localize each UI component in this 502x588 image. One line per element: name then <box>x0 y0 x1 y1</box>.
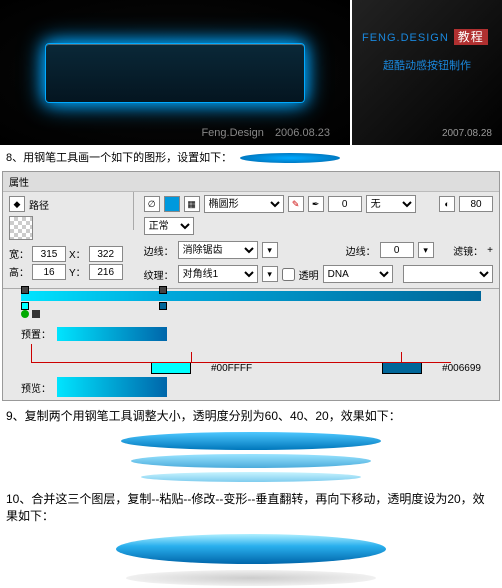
preset-label: 预置： <box>21 326 51 341</box>
color1-swatch[interactable] <box>151 362 191 374</box>
fill-none-icon[interactable]: ∅ <box>144 196 160 212</box>
preview-swatch <box>57 377 167 397</box>
fill-color-icon[interactable] <box>164 196 180 212</box>
pen-icon[interactable]: ✒ <box>308 196 324 212</box>
dna-select[interactable]: DNA <box>323 265 393 283</box>
texture-label: 纹理： <box>144 267 174 282</box>
stroke-label: 边线： <box>346 243 376 258</box>
texture-select[interactable]: 对角线1 <box>178 265 258 283</box>
stroke-num-1[interactable] <box>328 196 362 212</box>
combined-ellipse <box>116 534 386 564</box>
path-label: 路径 <box>29 197 49 212</box>
opacity-icon[interactable]: ◐ <box>439 196 455 212</box>
height-input[interactable] <box>32 264 66 280</box>
opacity-stop-right[interactable] <box>159 286 167 294</box>
stroke-num-2[interactable] <box>380 242 414 258</box>
texture-opt-icon[interactable]: ▾ <box>262 266 278 282</box>
color-stop-1[interactable] <box>21 302 29 310</box>
tutorial-subtitle: 超酷动感按钮制作 <box>362 57 492 73</box>
step-8-text: 8、用钢笔工具画一个如下的图形，设置如下： <box>0 145 502 169</box>
shape-select[interactable]: 椭圆形 <box>204 195 284 213</box>
step-9-text: 9、复制两个用钢笔工具调整大小，透明度分别为60、40、20，效果如下： <box>0 403 502 428</box>
x-label: X： <box>69 246 86 262</box>
width-input[interactable] <box>32 246 66 262</box>
transparent-label: 透明 <box>299 267 319 282</box>
color2-hex: #006699 <box>442 363 481 374</box>
step-10-text: 10、合并这三个图层，复制--粘贴--修改--变形--垂直翻转，再向下移动，透明… <box>0 486 502 528</box>
pencil-icon[interactable]: ✎ <box>288 196 304 212</box>
preset-swatch[interactable] <box>57 327 167 341</box>
color-stop-2[interactable] <box>159 302 167 310</box>
ellipse-1 <box>121 432 381 450</box>
header-preview: Feng.Design 2006.08.23 <box>0 0 350 145</box>
width-label: 宽： <box>9 246 29 262</box>
ellipse-3 <box>141 472 361 482</box>
opacity-stop-left[interactable] <box>21 286 29 294</box>
checker-swatch[interactable] <box>9 216 33 240</box>
y-input[interactable] <box>89 264 123 280</box>
panel-title: 属性 <box>3 172 499 192</box>
tutorial-date: 2007.08.28 <box>442 128 492 139</box>
reflection-shadow <box>126 570 376 586</box>
y-label: Y： <box>69 264 86 280</box>
height-label: 高： <box>9 264 29 280</box>
ellipse-2 <box>131 454 371 468</box>
stroke-opt-icon[interactable]: ▾ <box>418 242 434 258</box>
brand-date: 2006.08.23 <box>275 127 330 139</box>
transparent-check[interactable] <box>282 268 295 281</box>
blend-select[interactable]: 正常 <box>144 217 194 235</box>
color2-swatch[interactable] <box>382 362 422 374</box>
fill-gradient-icon[interactable]: ▦ <box>184 196 200 212</box>
brand-text: Feng.Design <box>201 127 263 139</box>
x-input[interactable] <box>89 246 123 262</box>
opacity-input[interactable] <box>459 196 493 212</box>
gradient-editor[interactable] <box>21 291 481 305</box>
divider <box>133 192 134 230</box>
preview-label: 预览： <box>21 380 51 395</box>
marker2-icon <box>32 310 40 318</box>
edge-label: 边线： <box>144 243 174 258</box>
color1-hex: #00FFFF <box>211 363 252 374</box>
filter-label: 滤镜： <box>453 243 483 258</box>
path-tool-icon[interactable]: ◆ <box>9 196 25 212</box>
filter-add[interactable]: + <box>487 245 493 256</box>
glow-button-preview <box>45 43 305 103</box>
edge-select[interactable]: 消除锯齿 <box>178 241 258 259</box>
edge-opt-icon[interactable]: ▾ <box>262 242 278 258</box>
filter-select[interactable] <box>403 265 493 283</box>
header-banner: Feng.Design 2006.08.23 FENG.DESIGN 教程 超酷… <box>0 0 502 145</box>
properties-panel: 属性 ◆ 路径 宽： X： 高： Y： <box>2 171 500 401</box>
header-title-card: FENG.DESIGN 教程 超酷动感按钮制作 2007.08.28 <box>352 0 502 145</box>
ellipse-preview-icon <box>240 153 340 163</box>
none-select[interactable]: 无 <box>366 195 416 213</box>
connection-lines <box>21 344 481 362</box>
brand-name: FENG.DESIGN <box>362 32 449 44</box>
tutorial-badge: 教程 <box>454 29 488 45</box>
marker-icon <box>21 310 29 318</box>
